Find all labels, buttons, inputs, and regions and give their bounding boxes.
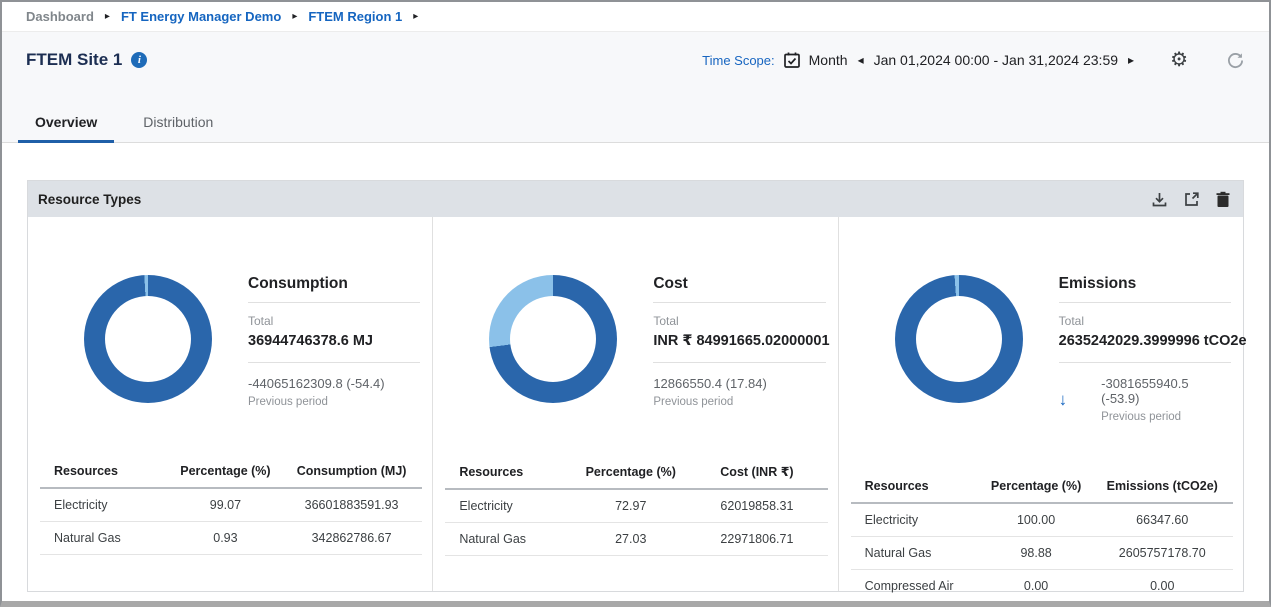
cell-percentage: 100.00 [981, 503, 1092, 537]
cell-percentage: 0.93 [170, 522, 281, 555]
refresh-icon[interactable] [1226, 51, 1245, 70]
column-header: Resources [445, 456, 575, 489]
cell-percentage: 27.03 [575, 523, 686, 556]
breadcrumb: Dashboard ▸ FT Energy Manager Demo ▸ FTE… [2, 2, 1269, 32]
cell-resource: Electricity [40, 488, 170, 522]
app-window: Dashboard ▸ FT Energy Manager Demo ▸ FTE… [0, 0, 1271, 607]
cell-value: 66347.60 [1092, 503, 1233, 537]
time-scope-bar: Time Scope: Month ◂ Jan 01,2024 00:00 - … [702, 50, 1245, 70]
total-value: INR ₹ 84991665.02000001 [653, 333, 825, 363]
previous-period-label: Previous period [1101, 411, 1227, 423]
column-header: Resources [851, 471, 981, 503]
consumption-panel: Consumption Total 36944746378.6 MJ -4406… [28, 217, 432, 591]
emissions-table: Resources Percentage (%) Emissions (tCO2… [851, 471, 1233, 603]
column-header: Percentage (%) [170, 456, 281, 488]
cell-resource: Electricity [445, 489, 575, 523]
total-label: Total [653, 314, 825, 328]
cell-resource: Natural Gas [445, 523, 575, 556]
consumption-donut-chart[interactable] [84, 275, 212, 403]
info-icon[interactable]: i [131, 52, 147, 68]
table-row: Electricity 99.07 36601883591.93 [40, 488, 422, 522]
delete-trash-icon[interactable] [1215, 191, 1231, 208]
cell-resource: Electricity [851, 503, 981, 537]
panel-title: Emissions [1059, 275, 1231, 303]
cell-resource: Natural Gas [851, 537, 981, 570]
page-title: FTEM Site 1 [26, 50, 122, 70]
cell-value: 2605757178.70 [1092, 537, 1233, 570]
total-label: Total [1059, 314, 1231, 328]
chevron-right-icon: ▸ [413, 11, 418, 22]
total-label: Total [248, 314, 420, 328]
column-header: Resources [40, 456, 170, 488]
total-value: 36944746378.6 MJ [248, 333, 420, 363]
cost-panel: Cost Total INR ₹ 84991665.02000001 12866… [432, 217, 837, 591]
previous-period-button[interactable]: ◂ [856, 53, 866, 67]
emissions-panel: Emissions Total 2635242029.3999996 tCO2e… [838, 217, 1243, 591]
table-row: Electricity 100.00 66347.60 [851, 503, 1233, 537]
tab-distribution[interactable]: Distribution [126, 103, 230, 143]
download-icon[interactable] [1151, 191, 1168, 208]
cell-percentage: 72.97 [575, 489, 686, 523]
breadcrumb-item-region[interactable]: FTEM Region 1 [308, 9, 402, 24]
table-row: Electricity 72.97 62019858.31 [445, 489, 827, 523]
chevron-right-icon: ▸ [105, 11, 110, 22]
cell-value: 22971806.71 [686, 523, 827, 556]
cell-value: 62019858.31 [686, 489, 827, 523]
trend-down-arrow-icon: ↓ [1059, 390, 1068, 410]
cost-table: Resources Percentage (%) Cost (INR ₹) El… [445, 456, 827, 556]
table-row: Natural Gas 0.93 342862786.67 [40, 522, 422, 555]
cell-resource: Natural Gas [40, 522, 170, 555]
page-header: FTEM Site 1 i Time Scope: Month ◂ Jan 01… [2, 32, 1269, 143]
total-value: 2635242029.3999996 tCO2e [1059, 333, 1231, 363]
breadcrumb-item-dashboard[interactable]: Dashboard [26, 9, 94, 24]
card-title: Resource Types [38, 192, 141, 207]
calendar-icon[interactable] [783, 51, 801, 69]
table-row: Compressed Air 0.00 0.00 [851, 570, 1233, 603]
delta-value: 12866550.4 (17.84) [653, 376, 825, 391]
time-scope-label: Time Scope: [702, 53, 775, 68]
cell-percentage: 0.00 [981, 570, 1092, 603]
cost-donut-chart[interactable] [489, 275, 617, 403]
tab-bar: Overview Distribution [18, 103, 1245, 142]
main-content: Resource Types [2, 143, 1269, 601]
table-row: Natural Gas 98.88 2605757178.70 [851, 537, 1233, 570]
column-header: Percentage (%) [981, 471, 1092, 503]
delta-value: -44065162309.8 (-54.4) [248, 376, 420, 391]
previous-period-label: Previous period [248, 396, 420, 408]
date-range: Jan 01,2024 00:00 - Jan 31,2024 23:59 [874, 52, 1118, 68]
previous-period-label: Previous period [653, 396, 825, 408]
column-header: Emissions (tCO2e) [1092, 471, 1233, 503]
settings-gear-icon[interactable]: ⚙ [1170, 50, 1188, 70]
open-in-new-icon[interactable] [1183, 191, 1200, 208]
breadcrumb-item-demo[interactable]: FT Energy Manager Demo [121, 9, 281, 24]
column-header: Cost (INR ₹) [686, 456, 827, 489]
cell-value: 342862786.67 [281, 522, 422, 555]
delta-value: -3081655940.5 (-53.9) [1101, 376, 1227, 406]
cell-value: 36601883591.93 [281, 488, 422, 522]
cell-percentage: 98.88 [981, 537, 1092, 570]
table-row: Natural Gas 27.03 22971806.71 [445, 523, 827, 556]
cell-percentage: 99.07 [170, 488, 281, 522]
chevron-right-icon: ▸ [292, 11, 297, 22]
emissions-donut-chart[interactable] [895, 275, 1023, 403]
time-scope-value[interactable]: Month [809, 52, 848, 68]
tab-overview[interactable]: Overview [18, 103, 114, 143]
panel-title: Cost [653, 275, 825, 303]
column-header: Consumption (MJ) [281, 456, 422, 488]
cell-value: 0.00 [1092, 570, 1233, 603]
resource-types-card: Resource Types [27, 180, 1244, 592]
cell-resource: Compressed Air [851, 570, 981, 603]
next-period-button[interactable]: ▸ [1126, 53, 1136, 67]
column-header: Percentage (%) [575, 456, 686, 489]
consumption-table: Resources Percentage (%) Consumption (MJ… [40, 456, 422, 555]
panel-title: Consumption [248, 275, 420, 303]
